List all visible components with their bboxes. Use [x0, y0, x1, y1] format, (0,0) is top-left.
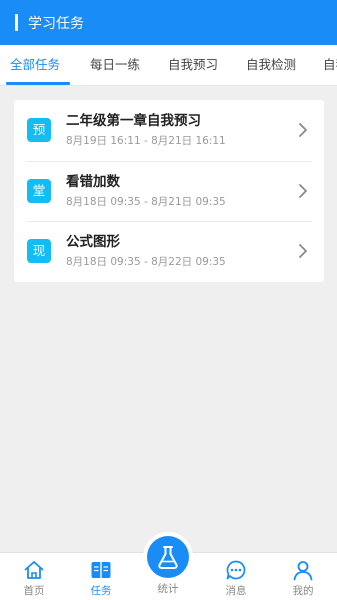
header-accent-bar	[15, 14, 18, 31]
task-item[interactable]: 堂 看错加数 8月18日 09:35 - 8月21日 09:35	[14, 161, 324, 221]
task-item[interactable]: 预 二年级第一章自我预习 8月19日 16:11 - 8月21日 16:11	[14, 100, 324, 160]
nav-stats[interactable]	[147, 536, 189, 578]
tab-daily-practice[interactable]: 每日一练	[90, 45, 140, 85]
tab-self-more[interactable]: 自我	[323, 45, 337, 85]
chevron-right-icon	[299, 123, 307, 137]
task-time-range: 8月19日 16:11 - 8月21日 16:11	[66, 135, 226, 147]
page-title: 学习任务	[28, 15, 84, 32]
task-time-range: 8月18日 09:35 - 8月22日 09:35	[66, 256, 226, 268]
nav-messages[interactable]: 消息	[206, 553, 266, 600]
task-type-badge: 现	[27, 239, 51, 263]
flask-icon	[158, 546, 178, 569]
chevron-right-icon	[299, 184, 307, 198]
task-title: 二年级第一章自我预习	[66, 113, 201, 129]
tab-self-test[interactable]: 自我检测	[246, 45, 296, 85]
nav-label: 任务	[90, 585, 112, 597]
task-type-badge: 预	[27, 118, 51, 142]
nav-tasks[interactable]: 任务	[71, 553, 131, 600]
task-title: 公式图形	[66, 234, 120, 250]
tab-bar: 全部任务 每日一练 自我预习 自我检测 自我	[0, 45, 337, 86]
home-icon	[24, 561, 44, 579]
task-type-badge: 堂	[27, 179, 51, 203]
active-tab-indicator	[6, 82, 70, 85]
nav-home[interactable]: 首页	[4, 553, 64, 600]
tab-self-preview[interactable]: 自我预习	[168, 45, 218, 85]
task-list: 预 二年级第一章自我预习 8月19日 16:11 - 8月21日 16:11 堂…	[14, 100, 324, 282]
app-header: 学习任务	[0, 0, 337, 45]
task-title: 看错加数	[66, 174, 120, 190]
nav-label: 消息	[225, 585, 247, 597]
nav-label: 统计	[157, 583, 179, 595]
chevron-right-icon	[299, 244, 307, 258]
nav-label: 我的	[292, 585, 314, 597]
task-item[interactable]: 现 公式图形 8月18日 09:35 - 8月22日 09:35	[14, 221, 324, 281]
user-icon	[293, 561, 313, 581]
book-icon	[91, 562, 111, 578]
task-time-range: 8月18日 09:35 - 8月21日 09:35	[66, 196, 226, 208]
nav-me[interactable]: 我的	[273, 553, 333, 600]
tab-all-tasks[interactable]: 全部任务	[10, 45, 60, 85]
chat-icon	[226, 560, 246, 580]
nav-label: 首页	[23, 585, 45, 597]
